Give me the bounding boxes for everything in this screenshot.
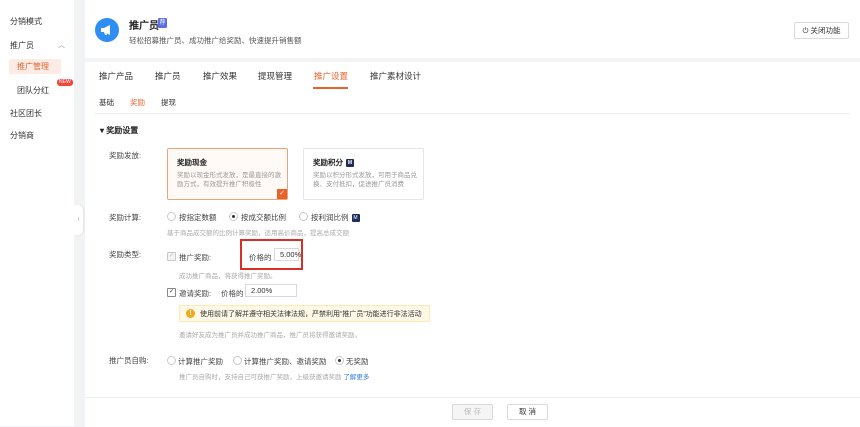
tab-promo-effect[interactable]: 推广效果 (203, 70, 237, 82)
self-promo-invite-label[interactable]: 计算推广奖励、邀请奖励 (244, 356, 327, 367)
recommend-badge: 荐 (158, 18, 167, 28)
page-header (85, 0, 860, 58)
learn-more-link[interactable]: 了解更多 (343, 374, 369, 381)
promo-reward-hint: 成功推广商品，将获得推广奖励。 (179, 273, 277, 280)
sidebar-item-promoter[interactable]: 推广员 (10, 40, 34, 51)
sidebar-item-team-dividend[interactable]: 团队分红 NEW (17, 79, 73, 96)
tab-promo-products[interactable]: 推广产品 (99, 70, 133, 82)
main-tabs (85, 62, 860, 90)
close-feature-label: 关闭功能 (810, 26, 841, 35)
tab-promo-settings[interactable]: 推广设置 (314, 70, 348, 82)
premium-badge: M (346, 159, 354, 168)
calc-fixed-radio[interactable] (167, 212, 176, 221)
card-title: 奖励积分 M (313, 157, 354, 168)
page-subtitle: 轻松招募推广员、成功推广给奖励、快速提升销售额 (129, 36, 302, 45)
self-promo-radio[interactable] (167, 356, 176, 365)
subtab-basic[interactable]: 基础 (99, 97, 114, 108)
sidebar-item-distribution-mode[interactable]: 分销模式 (10, 16, 42, 27)
points-reward-card[interactable]: 奖励积分 M 奖励以积分形式发放，可用于商品兑换、支付抵扣，促进推广员消费 (303, 148, 424, 200)
new-badge: NEW (57, 79, 73, 86)
tab-promoters[interactable]: 推广员 (155, 70, 181, 82)
reward-type-label: 奖励类型: (109, 250, 142, 259)
check-icon: ✓ (277, 189, 287, 199)
reward-method-label: 奖励发放: (109, 151, 142, 160)
power-icon: ⏻ (802, 26, 809, 35)
reward-calc-hint: 基于商品成交额的比例计算奖励，适用高价商品，提高总成交额 (167, 230, 349, 237)
highlight-box (240, 239, 303, 270)
collapse-sidebar-icon[interactable]: ‹ (74, 205, 83, 235)
card-title: 奖励现金 (177, 158, 207, 167)
cash-reward-card[interactable]: 奖励现金 奖励以现金形式发放，是最直接的激励方式，有效提升推广积极性 ✓ (167, 148, 288, 200)
warning-notice: ! 使用前请了解并遵守相关法律法规，严禁利用“推广员”功能进行非法活动 (179, 305, 430, 322)
invite-price-label: 价格的 (221, 289, 244, 298)
card-title-label: 奖励积分 (313, 158, 343, 167)
self-none-radio[interactable] (335, 356, 344, 365)
section-title-label: 奖励设置 (106, 126, 139, 135)
warning-icon: ! (186, 309, 195, 318)
card-desc: 奖励以积分形式发放，可用于商品兑换、支付抵扣，促进推广员消费 (313, 172, 417, 188)
close-feature-button[interactable]: ⏻ 关闭功能 (794, 22, 849, 39)
sidebar-item-label: 团队分红 (17, 86, 49, 95)
self-promo-label[interactable]: 计算推广奖励 (178, 356, 223, 367)
invite-percent-value: 2.00% (251, 286, 273, 295)
invite-reward-label: 邀请奖励: (179, 289, 212, 298)
self-purchase-hint-text: 推广员自购时，支持自己可获推广奖励，上级获邀请奖励 (179, 374, 342, 381)
calc-sales-ratio-radio[interactable] (229, 212, 238, 221)
warning-text: 使用前请了解并遵守相关法律法规，严禁利用“推广员”功能进行非法活动 (200, 311, 422, 318)
megaphone-icon (95, 18, 119, 42)
self-none-label[interactable]: 无奖励 (346, 356, 369, 367)
cancel-button[interactable]: 取 消 (507, 404, 548, 420)
chevron-up-icon[interactable]: ︿ (58, 40, 65, 50)
calc-profit-ratio-text: 按利润比例 (311, 213, 349, 222)
sidebar-item-community-leader[interactable]: 社区团长 (10, 108, 42, 119)
premium-badge: M (351, 214, 360, 223)
invite-reward-checkbox[interactable]: ✓ (167, 288, 176, 297)
self-promo-invite-radio[interactable] (233, 356, 242, 365)
calc-sales-ratio-label[interactable]: 按成交额比例 (241, 212, 286, 223)
calc-profit-ratio-label[interactable]: 按利润比例 M (311, 212, 360, 223)
subtab-reward[interactable]: 奖励 (130, 97, 145, 108)
sidebar-item-promotion-management[interactable]: 推广管理 (9, 59, 61, 74)
tab-promo-material[interactable]: 推广素材设计 (370, 70, 421, 82)
reward-calc-label: 奖励计算: (109, 213, 142, 222)
sidebar-item-distributor[interactable]: 分销商 (10, 130, 34, 141)
promo-reward-checkbox[interactable]: ✓ (167, 252, 176, 261)
divider (95, 113, 850, 114)
tab-withdraw-management[interactable]: 提现管理 (258, 70, 292, 82)
invite-reward-hint: 邀请好友成为推广员并成功推广商品，推广员将获得邀请奖励。 (179, 332, 361, 339)
calc-profit-ratio-radio[interactable] (299, 212, 308, 221)
self-purchase-hint: 推广员自购时，支持自己可获推广奖励，上级获邀请奖励 了解更多 (179, 371, 369, 381)
section-title[interactable]: ▾ 奖励设置 (100, 125, 138, 136)
sidebar: 分销模式 推广员 ︿ 推广管理 团队分红 NEW 社区团长 分销商 (0, 0, 74, 426)
page-title: 推广员 (129, 21, 159, 32)
settings-panel (85, 89, 860, 397)
promo-reward-label: 推广奖励: (179, 253, 212, 262)
card-desc: 奖励以现金形式发放，是最直接的激励方式，有效提升推广积极性 (177, 172, 281, 188)
invite-percent-input[interactable]: 2.00% (245, 284, 297, 297)
save-button[interactable]: 保 存 (452, 404, 493, 420)
subtab-withdraw[interactable]: 提现 (161, 97, 176, 108)
triangle-down-icon: ▾ (100, 126, 105, 135)
calc-fixed-label[interactable]: 按指定数额 (179, 212, 217, 223)
self-purchase-label: 推广员自购: (109, 356, 149, 365)
